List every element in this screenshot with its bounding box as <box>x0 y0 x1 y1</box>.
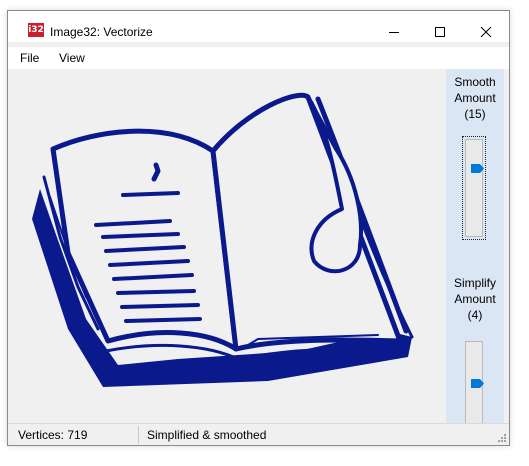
vectorized-book-image <box>32 92 414 387</box>
smooth-value: (15) <box>464 107 486 121</box>
menu-file[interactable]: File <box>20 51 39 65</box>
app-logo-icon: i32 <box>28 23 44 37</box>
smooth-amount-slider[interactable] <box>462 136 486 240</box>
maximize-button[interactable] <box>417 21 463 43</box>
menu-bar: File View <box>8 47 509 69</box>
simplify-label-line1: Simplify <box>453 276 496 290</box>
smooth-label-line1: Smooth <box>454 75 496 89</box>
simplify-amount-slider[interactable] <box>465 341 485 423</box>
close-icon <box>480 26 492 38</box>
smooth-label-line2: Amount <box>454 91 496 105</box>
slider-thumb-icon[interactable] <box>471 164 485 173</box>
maximize-icon <box>435 27 445 37</box>
simplify-label-line2: Amount <box>454 292 496 306</box>
image-canvas[interactable] <box>8 69 446 423</box>
minimize-button[interactable] <box>371 21 417 43</box>
status-divider <box>138 426 139 444</box>
slider-thumb-icon[interactable] <box>471 379 485 388</box>
app-window: i32 Image32: Vectorize File View Smooth … <box>7 10 510 446</box>
title-bar[interactable]: i32 Image32: Vectorize <box>8 11 509 42</box>
menu-view[interactable]: View <box>59 51 85 65</box>
controls-sidebar: Smooth Amount (15) Simplify Amount (4) <box>446 69 504 423</box>
resize-grip-icon[interactable] <box>496 432 506 442</box>
smooth-amount-label: Smooth Amount (15) <box>446 74 504 122</box>
minimize-icon <box>389 32 399 33</box>
simplify-value: (4) <box>467 308 483 322</box>
simplify-amount-label: Simplify Amount (4) <box>446 275 504 323</box>
vertex-count: Vertices: 719 <box>18 428 88 442</box>
status-bar: Vertices: 719 Simplified & smoothed <box>8 423 509 445</box>
close-button[interactable] <box>463 21 509 43</box>
status-message: Simplified & smoothed <box>147 428 267 442</box>
window-title: Image32: Vectorize <box>50 25 153 39</box>
